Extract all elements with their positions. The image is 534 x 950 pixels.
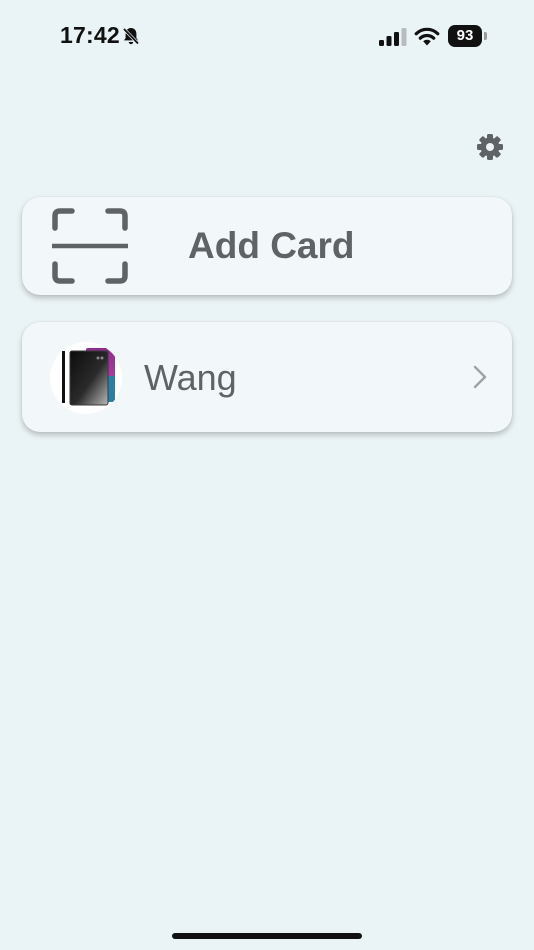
bell-slash-icon xyxy=(122,27,140,46)
chevron-right-icon xyxy=(473,365,487,389)
gear-icon xyxy=(477,134,503,160)
status-time: 17:42 xyxy=(60,22,120,48)
status-bar: 17:42 93 xyxy=(0,0,534,72)
add-card-label: Add Card xyxy=(188,225,355,266)
scan-frame-icon xyxy=(52,208,128,284)
cellular-signal-icon xyxy=(379,28,407,46)
home-indicator[interactable] xyxy=(172,933,362,939)
battery-level: 93 xyxy=(456,27,474,44)
add-card-button[interactable]: Add Card xyxy=(22,197,512,295)
card-list-item-wang[interactable]: Wang xyxy=(22,322,512,432)
card-stack-image xyxy=(62,348,115,406)
card-thumbnail xyxy=(50,342,122,414)
wifi-icon xyxy=(414,27,440,46)
card-name: Wang xyxy=(144,357,237,398)
settings-button[interactable] xyxy=(474,131,506,163)
battery-icon: 93 xyxy=(448,25,488,47)
